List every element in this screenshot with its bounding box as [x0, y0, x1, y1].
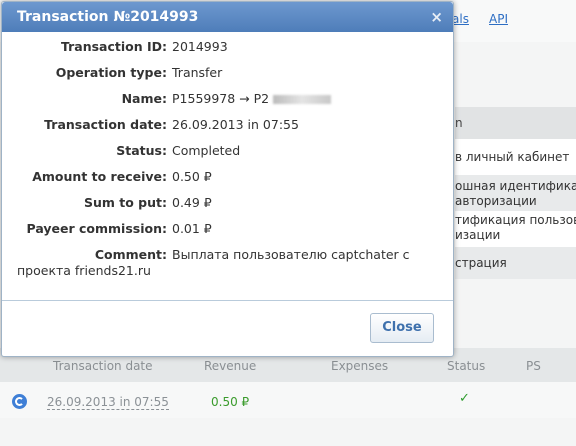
nav-link-referrals[interactable]: als — [452, 12, 469, 26]
side-menu-item-personal-account[interactable]: в личный кабинет — [455, 150, 576, 165]
close-icon[interactable]: × — [430, 8, 443, 26]
dialog-title: Transaction №2014993 — [17, 9, 199, 25]
side-menu-item-identification[interactable]: ошная идентифика авторизации — [455, 175, 576, 211]
field-value: 0.01 ₽ — [172, 221, 212, 236]
field-value: 2014993 — [172, 39, 228, 54]
side-menu-item-registration[interactable]: страция — [455, 247, 576, 279]
dialog-title-bar: Transaction №2014993 × — [2, 2, 453, 32]
field-sum-to-put: Sum to put: 0.49 ₽ — [2, 195, 453, 215]
field-value: P1559978 → P2 — [172, 91, 332, 106]
table-row[interactable]: 26.09.2013 in 07:55 0.50 ₽ ✓ — [0, 382, 576, 418]
field-label: Transaction date: — [44, 117, 167, 132]
close-button[interactable]: Close — [370, 313, 434, 343]
col-transaction-date[interactable]: Transaction date — [53, 359, 153, 373]
field-label: Sum to put: — [83, 195, 167, 210]
field-amount-to-receive: Amount to receive: 0.50 ₽ — [2, 169, 453, 189]
field-label: Status: — [116, 143, 167, 158]
redacted-mark — [273, 95, 332, 104]
side-menu-item-user-verification[interactable]: тификация пользова изации — [455, 211, 576, 247]
col-expenses[interactable]: Expenses — [331, 359, 388, 373]
col-status[interactable]: Status — [447, 359, 485, 373]
field-operation-type: Operation type: Transfer — [2, 65, 453, 85]
field-label: Operation type: — [55, 65, 167, 80]
side-menu-header: n — [455, 107, 576, 139]
comment-line-1: Выплата пользователю captchater с — [172, 247, 410, 262]
side-menu-title: n — [455, 116, 463, 130]
field-transaction-date: Transaction date: 26.09.2013 in 07:55 — [2, 117, 453, 137]
transaction-dialog: Transaction №2014993 × Transaction ID: 2… — [1, 1, 454, 357]
field-label: Amount to receive: — [32, 169, 167, 184]
field-label: Name: — [121, 91, 167, 106]
field-label: Payeer commission: — [26, 221, 167, 236]
side-menu: n в личный кабинет ошная идентифика авто… — [455, 107, 576, 279]
side-menu-item-user-verification-line1: тификация пользова — [455, 213, 576, 227]
field-value: 0.49 ₽ — [172, 195, 212, 210]
field-value: Completed — [172, 143, 241, 158]
field-value: Transfer — [172, 65, 223, 80]
col-revenue[interactable]: Revenue — [204, 359, 256, 373]
row-revenue: 0.50 ₽ — [211, 395, 250, 409]
field-value: 0.50 ₽ — [172, 169, 212, 184]
row-transaction-date[interactable]: 26.09.2013 in 07:55 — [47, 395, 169, 410]
field-label: Transaction ID: — [60, 39, 167, 54]
field-value: 26.09.2013 in 07:55 — [172, 117, 299, 132]
field-value-text: P1559978 → P2 — [172, 91, 270, 106]
side-menu-item-identification-line2: авторизации — [455, 194, 537, 208]
dialog-divider — [2, 300, 453, 301]
side-menu-item-identification-line1: ошная идентифика — [455, 179, 576, 193]
nav-link-api[interactable]: API — [489, 12, 508, 26]
col-ps[interactable]: PS — [526, 359, 541, 373]
sync-icon[interactable] — [12, 394, 27, 409]
field-name: Name: P1559978 → P2 — [2, 91, 453, 111]
side-menu-item-user-verification-line2: изации — [455, 228, 501, 242]
field-payeer-commission: Payeer commission: 0.01 ₽ — [2, 221, 453, 241]
field-transaction-id: Transaction ID: 2014993 — [2, 39, 453, 59]
field-label: Comment: — [94, 247, 167, 262]
checkmark-icon: ✓ — [459, 391, 470, 406]
comment-line-2: проекта friends21.ru — [17, 263, 151, 278]
field-status: Status: Completed — [2, 143, 453, 163]
